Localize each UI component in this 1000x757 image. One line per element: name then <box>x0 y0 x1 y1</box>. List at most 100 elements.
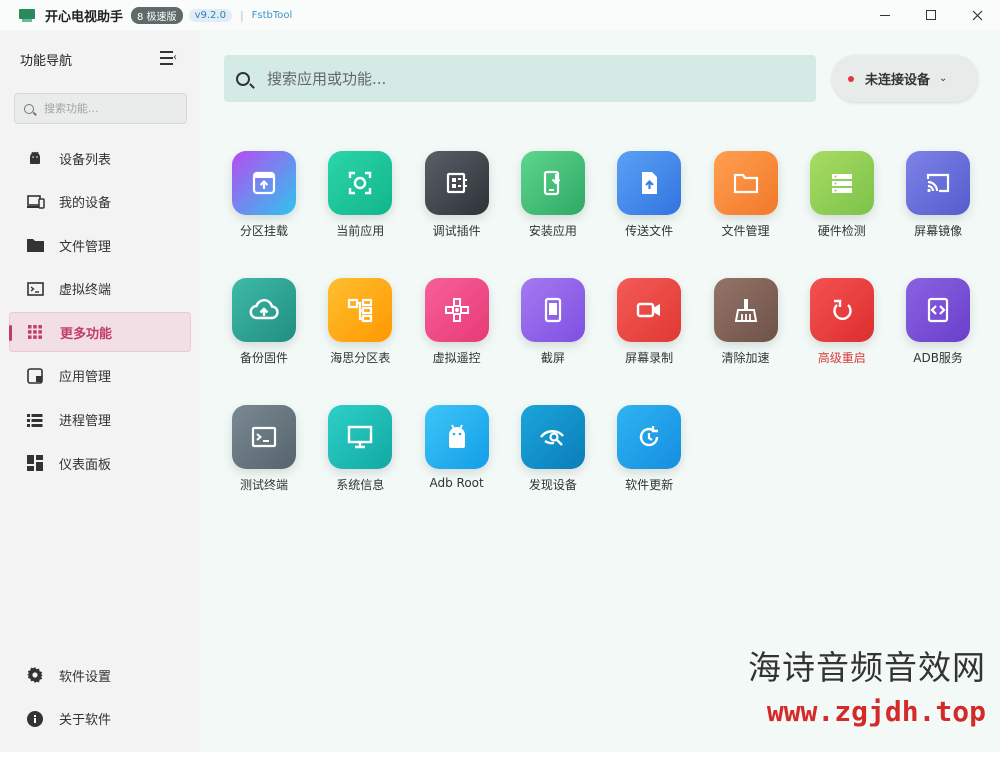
device-status-label: 未连接设备 <box>865 73 931 88</box>
feature-tile-partition-table[interactable]: 海思分区表 <box>318 275 402 375</box>
feature-tile-label: 虚拟遥控 <box>432 351 481 365</box>
sidebar-item-label: 进程管理 <box>59 414 112 430</box>
feature-tile-terminal[interactable]: 测试终端 <box>222 402 306 502</box>
sidebar-item-folder[interactable]: 文件管理 <box>9 225 191 265</box>
feature-tile-label: 分区挂载 <box>239 224 288 238</box>
discover-eye-icon <box>520 405 585 469</box>
feature-tile-file-upload[interactable]: 传送文件 <box>607 148 691 248</box>
feature-tile-phone-screenshot[interactable]: 截屏 <box>511 275 595 375</box>
sidebar-search-input[interactable] <box>44 102 174 115</box>
brand-link[interactable]: FstbTool <box>252 10 293 21</box>
feature-tile-monitor[interactable]: 系统信息 <box>318 402 402 502</box>
sidebar-item-label: 设备列表 <box>59 152 112 168</box>
feature-tile-label: 软件更新 <box>625 478 674 492</box>
terminal-icon <box>232 405 296 469</box>
sidebar-title: 功能导航 <box>20 54 73 69</box>
update-icon <box>617 405 682 469</box>
sidebar-item-dashboard[interactable]: 仪表面板 <box>9 443 191 483</box>
app-window: 开心电视助手 8 极速版 v9.2.0 | FstbTool 功能导航 ‹ 设备… <box>0 0 1000 752</box>
sidebar-item-apps[interactable]: 应用管理 <box>9 356 191 396</box>
cast-icon <box>906 151 971 215</box>
feature-tile-label: 备份固件 <box>239 351 288 365</box>
feature-tile-partition-mount[interactable]: 分区挂载 <box>222 148 306 248</box>
feature-tile-hardware[interactable]: 硬件检测 <box>800 148 884 248</box>
app-search-input[interactable] <box>267 69 767 88</box>
sidebar-item-label: 我的设备 <box>59 196 112 212</box>
feature-tile-label: 发现设备 <box>528 478 577 492</box>
feature-tile-label: 海思分区表 <box>330 351 391 365</box>
search-icon <box>24 103 34 114</box>
feature-tile-label: 当前应用 <box>336 224 385 238</box>
feature-tile-restart[interactable]: 高级重启 <box>800 275 884 375</box>
maximize-button[interactable] <box>908 0 954 30</box>
feature-tile-cast[interactable]: 屏幕镜像 <box>896 148 980 248</box>
feature-tile-video-record[interactable]: 屏幕录制 <box>607 275 691 375</box>
sidebar-item-label: 虚拟终端 <box>59 283 112 299</box>
gear-icon <box>27 667 45 683</box>
feature-tile-label: 清除加速 <box>721 351 770 365</box>
partition-table-icon <box>328 278 393 342</box>
sidebar-item-devices[interactable]: 我的设备 <box>9 182 191 222</box>
file-upload-icon <box>617 151 682 215</box>
feature-tile-adb-service[interactable]: ADB服务 <box>896 275 980 375</box>
cloud-upload-icon <box>232 278 296 342</box>
collapse-sidebar-icon[interactable]: ‹ <box>160 51 180 65</box>
minimize-button[interactable] <box>862 0 908 30</box>
restart-icon <box>809 278 874 342</box>
sidebar-bottom-nav: 软件设置 关于软件 <box>0 655 200 742</box>
feature-tile-folder[interactable]: 文件管理 <box>704 148 788 248</box>
feature-tile-label: 安装应用 <box>528 224 577 238</box>
sidebar-item-info[interactable]: 关于软件 <box>9 699 191 739</box>
feature-tile-broom[interactable]: 清除加速 <box>704 275 788 375</box>
feature-tile-label: ADB服务 <box>913 351 963 365</box>
close-button[interactable] <box>954 0 1000 30</box>
sidebar-item-list[interactable]: 进程管理 <box>9 400 191 440</box>
sidebar-item-android[interactable]: 设备列表 <box>9 138 191 178</box>
feature-tile-cloud-upload[interactable]: 备份固件 <box>222 275 306 375</box>
video-record-icon <box>617 278 682 342</box>
feature-tile-label: Adb Root <box>429 476 484 490</box>
feature-tile-debug-plugin[interactable]: 调试插件 <box>415 148 499 248</box>
android-icon <box>27 150 45 166</box>
watermark: 海诗音频音效网 www.zgjdh.top <box>748 641 986 728</box>
folder-icon <box>713 151 778 215</box>
feature-tile-update[interactable]: 软件更新 <box>607 402 691 502</box>
feature-tile-android[interactable]: Adb Root <box>415 402 499 502</box>
feature-tile-screenshot-frame[interactable]: 当前应用 <box>318 148 402 248</box>
feature-tile-label: 屏幕镜像 <box>914 224 963 238</box>
sidebar-item-label: 仪表面板 <box>59 457 112 473</box>
app-search-bar <box>224 55 816 102</box>
maximize-icon <box>926 10 936 20</box>
close-icon <box>972 10 982 20</box>
feature-tile-label: 测试终端 <box>239 478 288 492</box>
feature-tile-label: 屏幕录制 <box>625 351 674 365</box>
adb-service-icon <box>906 278 971 342</box>
dashboard-icon <box>27 455 45 472</box>
feature-tile-discover-eye[interactable]: 发现设备 <box>511 402 595 502</box>
feature-tile-label: 文件管理 <box>721 224 770 238</box>
feature-tile-label: 系统信息 <box>336 478 385 492</box>
terminal-icon <box>27 281 45 297</box>
tv-logo-icon <box>19 8 35 22</box>
edition-badge: 8 极速版 <box>131 6 183 24</box>
android-icon <box>424 405 489 469</box>
list-icon <box>27 412 45 428</box>
sidebar-item-terminal[interactable]: 虚拟终端 <box>9 269 191 309</box>
info-icon <box>27 710 45 727</box>
sidebar-item-gear[interactable]: 软件设置 <box>9 655 191 695</box>
feature-tile-gamepad[interactable]: 虚拟遥控 <box>415 275 499 375</box>
partition-mount-icon <box>232 151 296 215</box>
sidebar-item-grid[interactable]: 更多功能 <box>9 312 191 353</box>
feature-tile-install-app[interactable]: 安装应用 <box>511 148 595 248</box>
devices-icon <box>27 194 45 210</box>
sidebar-item-label: 应用管理 <box>59 370 112 386</box>
sidebar-item-label: 更多功能 <box>60 326 113 342</box>
device-select-button[interactable]: 未连接设备 ⌄ <box>832 55 978 102</box>
sidebar-item-label: 文件管理 <box>59 239 112 255</box>
minimize-icon <box>880 14 890 16</box>
chevron-down-icon: ⌄ <box>939 73 948 84</box>
app-title: 开心电视助手 <box>45 9 124 25</box>
phone-screenshot-icon <box>520 278 585 342</box>
status-dot-icon <box>848 75 854 82</box>
folder-icon <box>27 237 45 253</box>
